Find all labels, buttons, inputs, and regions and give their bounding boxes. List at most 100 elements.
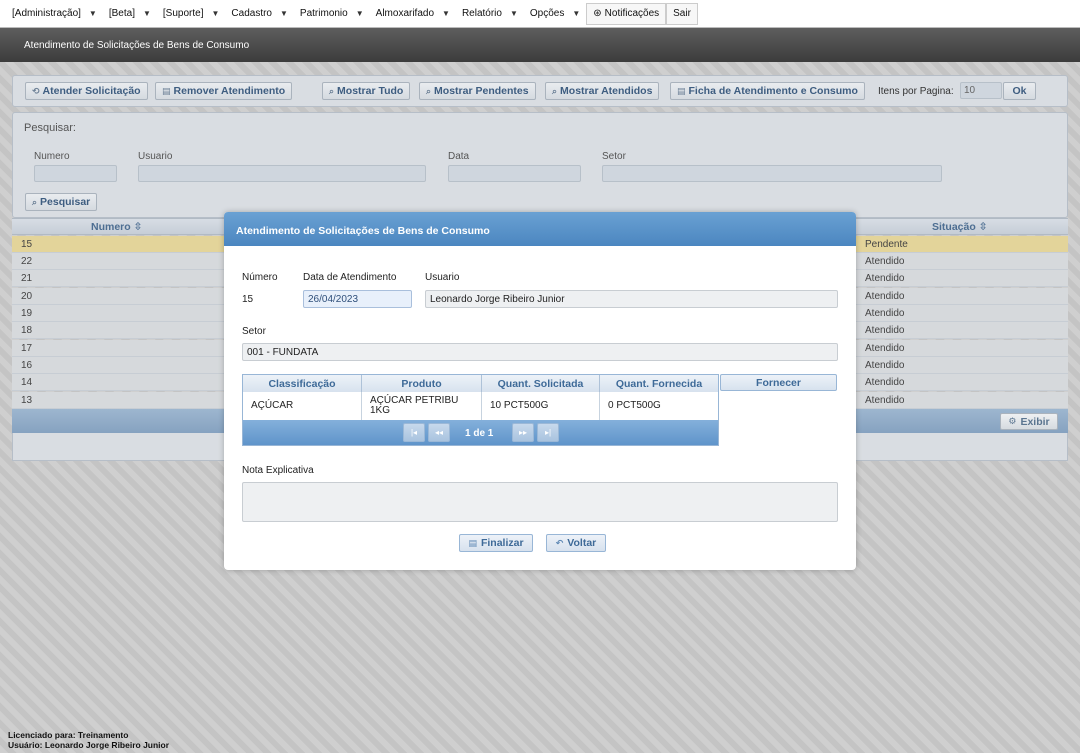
- search-icon: ⌕: [426, 85, 432, 96]
- chevron-down-icon: ▼: [442, 9, 450, 18]
- menu-label: Almoxarifado: [375, 8, 435, 19]
- col-produto[interactable]: Produto: [362, 375, 482, 392]
- menu-suporte[interactable]: [Suporte] ▼: [157, 3, 226, 25]
- numero-label: Número: [242, 272, 278, 283]
- cell-situacao: Atendido: [865, 256, 905, 267]
- usuario-field: Leonardo Jorge Ribeiro Junior: [425, 290, 838, 308]
- col-numero-header[interactable]: Numero ⇳: [91, 221, 142, 233]
- remover-atendimento-button[interactable]: ▤ Remover Atendimento: [155, 82, 293, 100]
- top-menu-bar: [Administração] ▼ [Beta] ▼ [Suporte] ▼ Cada…: [0, 0, 1080, 28]
- mostrar-atendidos-button[interactable]: ⌕ Mostrar Atendidos: [545, 82, 660, 100]
- button-label: Voltar: [567, 537, 597, 549]
- nota-explicativa-textarea[interactable]: [242, 482, 838, 522]
- numero-value: 15: [242, 294, 254, 305]
- chevron-down-icon: ▼: [509, 9, 518, 18]
- menu-cadastro[interactable]: Cadastro ▼: [225, 3, 294, 25]
- header-label: Numero: [91, 221, 131, 233]
- search-icon: ⌕: [32, 196, 38, 207]
- button-label: Remover Atendimento: [173, 85, 286, 97]
- cell-situacao: Atendido: [865, 291, 905, 302]
- data-label: Data: [448, 151, 470, 162]
- menu-label: Opções: [529, 8, 565, 19]
- chevron-down-icon: ▼: [572, 9, 581, 18]
- itens-por-pagina-label: Itens por Pagina:: [878, 86, 954, 97]
- menu-sair[interactable]: Sair: [666, 2, 698, 25]
- usuario-label: Usuario: [425, 272, 460, 283]
- menu-administracao[interactable]: [Administração] ▼: [6, 3, 103, 25]
- usuario-input[interactable]: [138, 165, 426, 182]
- menu-label: [Beta]: [108, 8, 135, 19]
- menu-notificacoes[interactable]: ⊛ Notificações: [586, 2, 667, 25]
- items-grid: Classificação Produto Quant. Solicitada …: [242, 374, 719, 446]
- button-label: Mostrar Pendentes: [434, 85, 529, 97]
- pesquisar-button[interactable]: ⌕ Pesquisar: [25, 193, 98, 211]
- col-classificacao[interactable]: Classificação: [243, 375, 362, 392]
- voltar-button[interactable]: ↶ Voltar: [546, 534, 606, 552]
- cell-numero: 16: [21, 360, 33, 371]
- cell-numero: 18: [21, 325, 33, 336]
- next-page-icon[interactable]: ▸▸: [512, 423, 534, 442]
- trash-icon: ▤: [162, 85, 171, 96]
- sort-icon: ⇳: [133, 221, 143, 233]
- button-label: Mostrar Tudo: [337, 85, 404, 97]
- page-indicator: 1 de 1: [465, 428, 494, 439]
- cell-numero: 15: [21, 239, 33, 250]
- cell-quant-solicitada: 10 PCT500G: [482, 392, 600, 420]
- sort-icon: ⇳: [978, 221, 988, 233]
- cell-situacao: Atendido: [865, 360, 905, 371]
- menu-beta[interactable]: [Beta] ▼: [103, 3, 157, 25]
- chevron-down-icon: ▼: [142, 9, 151, 18]
- document-icon: ▤: [677, 85, 686, 96]
- numero-input[interactable]: [34, 165, 117, 182]
- cell-numero: 17: [21, 343, 33, 354]
- col-quant-fornecida[interactable]: Quant. Fornecida: [600, 375, 718, 392]
- menu-opcoes[interactable]: Opções ▼: [524, 3, 586, 25]
- data-atendimento-input[interactable]: 26/04/2023: [303, 290, 412, 308]
- gear-icon: ⚙: [1008, 416, 1017, 426]
- last-page-icon[interactable]: ▸|: [537, 423, 559, 442]
- mostrar-pendentes-button[interactable]: ⌕ Mostrar Pendentes: [419, 82, 536, 100]
- cell-situacao: Atendido: [865, 273, 905, 284]
- col-situacao-header[interactable]: Situação ⇳: [932, 221, 988, 233]
- produto-line: 1KG: [370, 405, 391, 416]
- itens-por-pagina-input[interactable]: 10: [960, 82, 1002, 99]
- button-label: Mostrar Atendidos: [560, 85, 653, 97]
- menu-label: Relatório: [461, 8, 502, 19]
- menu-label: [Suporte]: [162, 8, 204, 19]
- button-label: Exibir: [1020, 415, 1050, 428]
- col-quant-solicitada[interactable]: Quant. Solicitada: [482, 375, 600, 392]
- setor-input[interactable]: [602, 165, 942, 182]
- page-title: Atendimento de Solicitações de Bens de C…: [0, 28, 1080, 62]
- setor-label: Setor: [602, 151, 626, 162]
- atender-solicitacao-button[interactable]: ⟲ Atender Solicitação: [25, 82, 148, 100]
- menu-label: Cadastro: [231, 8, 272, 19]
- first-page-icon[interactable]: |◂: [403, 423, 425, 442]
- menu-patrimonio[interactable]: Patrimonio ▼: [294, 3, 370, 25]
- cell-situacao: Atendido: [865, 343, 905, 354]
- chevron-down-icon: ▼: [211, 9, 220, 18]
- ficha-atendimento-button[interactable]: ▤ Ficha de Atendimento e Consumo: [670, 82, 865, 100]
- items-grid-pager: |◂ ◂◂ 1 de 1 ▸▸ ▸|: [243, 420, 718, 445]
- cell-numero: 20: [21, 291, 33, 302]
- cell-situacao: Atendido: [865, 395, 905, 406]
- cell-numero: 13: [21, 395, 33, 406]
- chevron-down-icon: ▼: [355, 9, 364, 18]
- cell-numero: 21: [21, 273, 33, 284]
- nota-explicativa-label: Nota Explicativa: [242, 465, 314, 476]
- ok-button[interactable]: Ok: [1003, 82, 1036, 100]
- exibir-button[interactable]: ⚙ Exibir: [1000, 413, 1058, 430]
- cell-situacao: Atendido: [865, 308, 905, 319]
- numero-label: Numero: [34, 151, 70, 162]
- fornecer-button[interactable]: Fornecer: [720, 374, 837, 391]
- cell-numero: 14: [21, 377, 33, 388]
- prev-page-icon[interactable]: ◂◂: [428, 423, 450, 442]
- menu-label: Sair: [673, 8, 691, 19]
- finalizar-button[interactable]: ▤ Finalizar: [459, 534, 533, 552]
- menu-almoxarifado[interactable]: Almoxarifado ▼: [370, 3, 456, 25]
- items-grid-header: Classificação Produto Quant. Solicitada …: [243, 375, 718, 392]
- menu-label: [Administração]: [12, 8, 81, 19]
- mostrar-tudo-button[interactable]: ⌕ Mostrar Tudo: [322, 82, 411, 100]
- table-row[interactable]: AÇÚCAR AÇÚCAR PETRIBU 1KG 10 PCT500G 0 P…: [243, 392, 718, 420]
- menu-relatorio[interactable]: Relatório ▼: [456, 3, 524, 25]
- data-input[interactable]: [448, 165, 581, 182]
